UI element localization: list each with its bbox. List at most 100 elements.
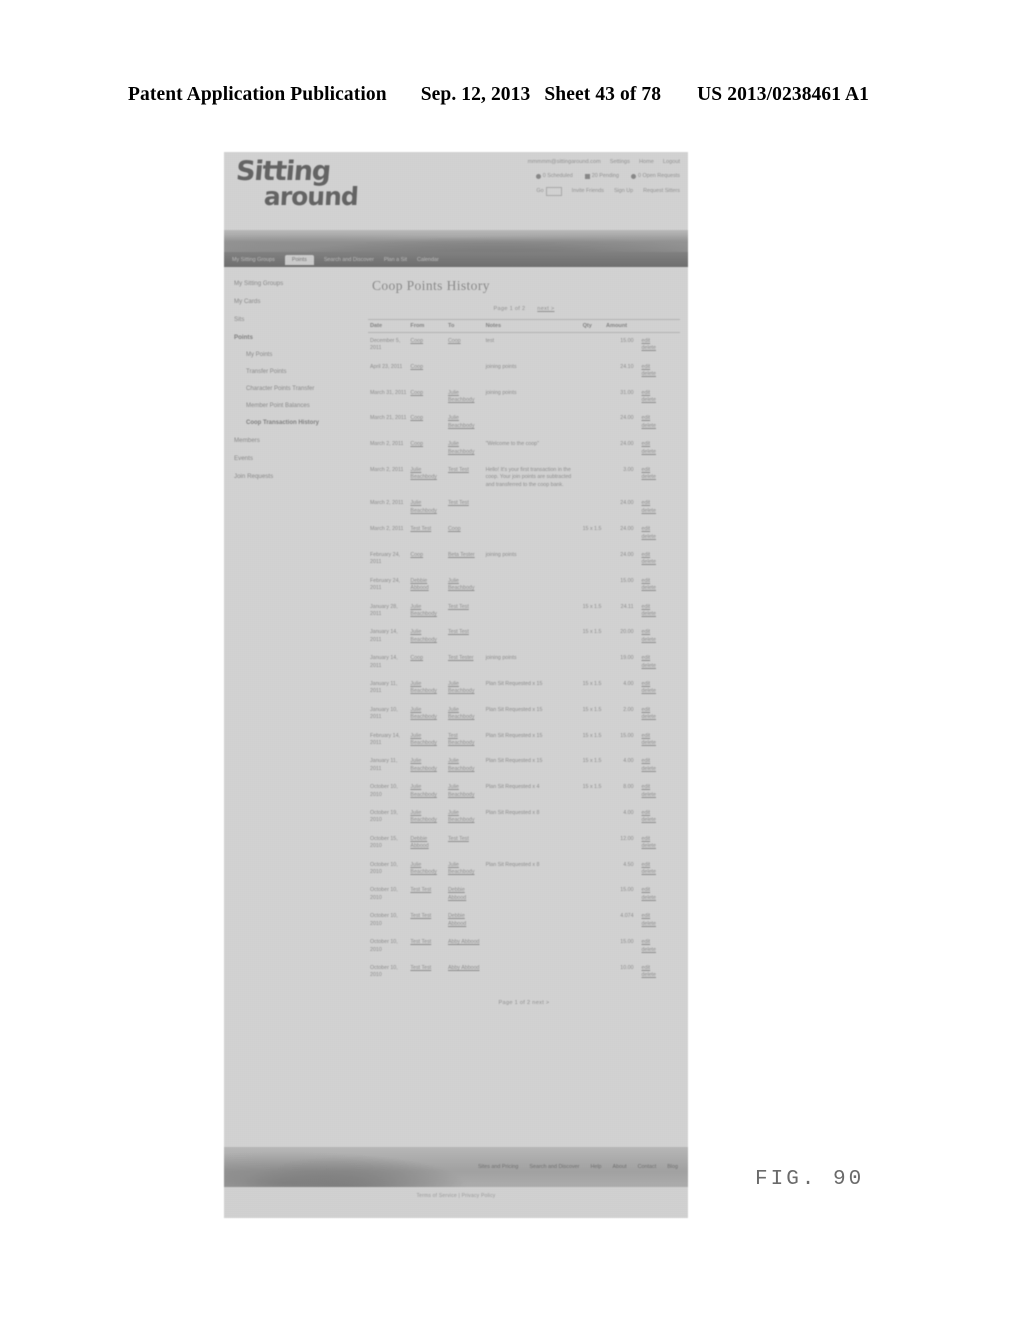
cell-to-link[interactable]: Test Tester xyxy=(448,655,474,661)
cell-to-link[interactable]: Debbie Abbood xyxy=(448,887,466,900)
footer-link-contact[interactable]: Contact xyxy=(638,1164,657,1170)
cell-from-link[interactable]: Coop xyxy=(410,441,423,447)
delete-link[interactable]: delete xyxy=(642,637,678,644)
cell-from[interactable]: Julie Beachbody xyxy=(408,805,446,831)
edit-link[interactable]: edit xyxy=(642,965,678,972)
cell-to[interactable]: Julie Beachbody xyxy=(446,753,484,779)
cell-to[interactable]: Julie Beachbody xyxy=(446,805,484,831)
edit-link[interactable]: edit xyxy=(642,338,678,345)
cell-to-link[interactable]: Test Test xyxy=(448,604,469,610)
cell-to[interactable]: Test Beachbody xyxy=(446,728,484,754)
cell-to-link[interactable]: Abby Abbood xyxy=(448,939,480,945)
cell-to-link[interactable]: Julie Beachbody xyxy=(448,784,475,797)
search-control[interactable]: Go xyxy=(536,186,562,197)
cell-from[interactable]: Julie Beachbody xyxy=(408,702,446,728)
cell-from[interactable]: Julie Beachbody xyxy=(408,599,446,625)
cell-from-link[interactable]: Test Test xyxy=(410,965,431,971)
edit-link[interactable]: edit xyxy=(642,939,678,946)
delete-link[interactable]: delete xyxy=(642,792,678,799)
cell-from-link[interactable]: Debbie Abbood xyxy=(410,578,428,591)
cell-from[interactable]: Coop xyxy=(408,436,446,462)
edit-link[interactable]: edit xyxy=(642,681,678,688)
cell-from-link[interactable]: Julie Beachbody xyxy=(410,707,437,720)
cell-to-link[interactable]: Julie Beachbody xyxy=(448,681,475,694)
cell-from[interactable]: Test Test xyxy=(408,960,446,986)
cell-to-link[interactable]: Julie Beachbody xyxy=(448,390,475,403)
cell-from[interactable]: Debbie Abbood xyxy=(408,831,446,857)
sidebar-item-character-points[interactable]: Character Points Transfer xyxy=(246,385,358,394)
cell-to[interactable]: Abby Abbood xyxy=(446,960,484,986)
edit-link[interactable]: edit xyxy=(642,707,678,714)
cell-from-link[interactable]: Julie Beachbody xyxy=(410,604,437,617)
sidebar-item-points[interactable]: Points xyxy=(234,333,358,342)
cell-from[interactable]: Coop xyxy=(408,547,446,573)
cell-from[interactable]: Julie Beachbody xyxy=(408,495,446,521)
delete-link[interactable]: delete xyxy=(642,449,678,456)
delete-link[interactable]: delete xyxy=(642,371,678,378)
cell-from[interactable]: Test Test xyxy=(408,934,446,960)
status-scheduled[interactable]: 0 Scheduled xyxy=(535,171,573,182)
delete-link[interactable]: delete xyxy=(642,843,678,850)
settings-link[interactable]: Settings xyxy=(610,157,630,168)
cell-to[interactable]: Julie Beachbody xyxy=(446,436,484,462)
cell-to[interactable]: Coop xyxy=(446,333,484,359)
edit-link[interactable]: edit xyxy=(642,629,678,636)
edit-link[interactable]: edit xyxy=(642,862,678,869)
cell-from[interactable]: Test Test xyxy=(408,521,446,547)
cell-from-link[interactable]: Coop xyxy=(410,655,423,661)
edit-link[interactable]: edit xyxy=(642,655,678,662)
edit-link[interactable]: edit xyxy=(642,390,678,397)
cell-from-link[interactable]: Coop xyxy=(410,338,423,344)
cell-to-link[interactable]: Test Test xyxy=(448,467,469,473)
cell-to-link[interactable]: Julie Beachbody xyxy=(448,707,475,720)
delete-link[interactable]: delete xyxy=(642,947,678,954)
delete-link[interactable]: delete xyxy=(642,534,678,541)
sidebar-item-member-balances[interactable]: Member Point Balances xyxy=(246,402,358,411)
sidebar-item-members[interactable]: Members xyxy=(234,436,358,445)
edit-link[interactable]: edit xyxy=(642,526,678,533)
footer-link-about[interactable]: About xyxy=(613,1164,627,1170)
cell-to-link[interactable]: Test Test xyxy=(448,629,469,635)
cell-from[interactable]: Coop xyxy=(408,359,446,385)
edit-link[interactable]: edit xyxy=(642,913,678,920)
cell-from[interactable]: Julie Beachbody xyxy=(408,857,446,883)
footer-link-sites-and-pricing[interactable]: Sites and Pricing xyxy=(478,1164,518,1170)
cell-to[interactable] xyxy=(446,359,484,385)
cell-from[interactable]: Julie Beachbody xyxy=(408,753,446,779)
cell-from-link[interactable]: Coop xyxy=(410,415,423,421)
cell-from-link[interactable]: Test Test xyxy=(410,887,431,893)
cell-to[interactable]: Beta Tester xyxy=(446,547,484,573)
cell-to[interactable]: Debbie Abbood xyxy=(446,882,484,908)
sidebar-item-coop-transaction-history[interactable]: Coop Transaction History xyxy=(246,419,358,428)
cell-to-link[interactable]: Coop xyxy=(448,338,461,344)
delete-link[interactable]: delete xyxy=(642,663,678,670)
delete-link[interactable]: delete xyxy=(642,817,678,824)
cell-to[interactable]: Test Test xyxy=(446,462,484,495)
cell-from[interactable]: Julie Beachbody xyxy=(408,779,446,805)
edit-link[interactable]: edit xyxy=(642,552,678,559)
cell-to-link[interactable]: Coop xyxy=(448,526,461,532)
delete-link[interactable]: delete xyxy=(642,972,678,979)
cell-to[interactable]: Debbie Abbood xyxy=(446,908,484,934)
cell-to-link[interactable]: Beta Tester xyxy=(448,552,475,558)
cell-from-link[interactable]: Julie Beachbody xyxy=(410,862,437,875)
cell-from-link[interactable]: Julie Beachbody xyxy=(410,629,437,642)
cell-from-link[interactable]: Julie Beachbody xyxy=(410,758,437,771)
delete-link[interactable]: delete xyxy=(642,740,678,747)
cell-to-link[interactable]: Test Test xyxy=(448,836,469,842)
sidebar-item-sits[interactable]: Sits xyxy=(234,315,358,324)
delete-link[interactable]: delete xyxy=(642,766,678,773)
delete-link[interactable]: delete xyxy=(642,559,678,566)
edit-link[interactable]: edit xyxy=(642,364,678,371)
edit-link[interactable]: edit xyxy=(642,467,678,474)
cell-to[interactable]: Abby Abbood xyxy=(446,934,484,960)
status-open-requests[interactable]: 0 Open Requests xyxy=(631,171,680,182)
sidebar-item-events[interactable]: Events xyxy=(234,454,358,463)
delete-link[interactable]: delete xyxy=(642,345,678,352)
nav-item-points[interactable]: Points xyxy=(284,254,314,265)
cell-from[interactable]: Debbie Abbood xyxy=(408,573,446,599)
edit-link[interactable]: edit xyxy=(642,733,678,740)
nav-item-search-discover[interactable]: Search and Discover xyxy=(324,257,374,263)
sidebar-item-my-points[interactable]: My Points xyxy=(246,351,358,360)
edit-link[interactable]: edit xyxy=(642,415,678,422)
